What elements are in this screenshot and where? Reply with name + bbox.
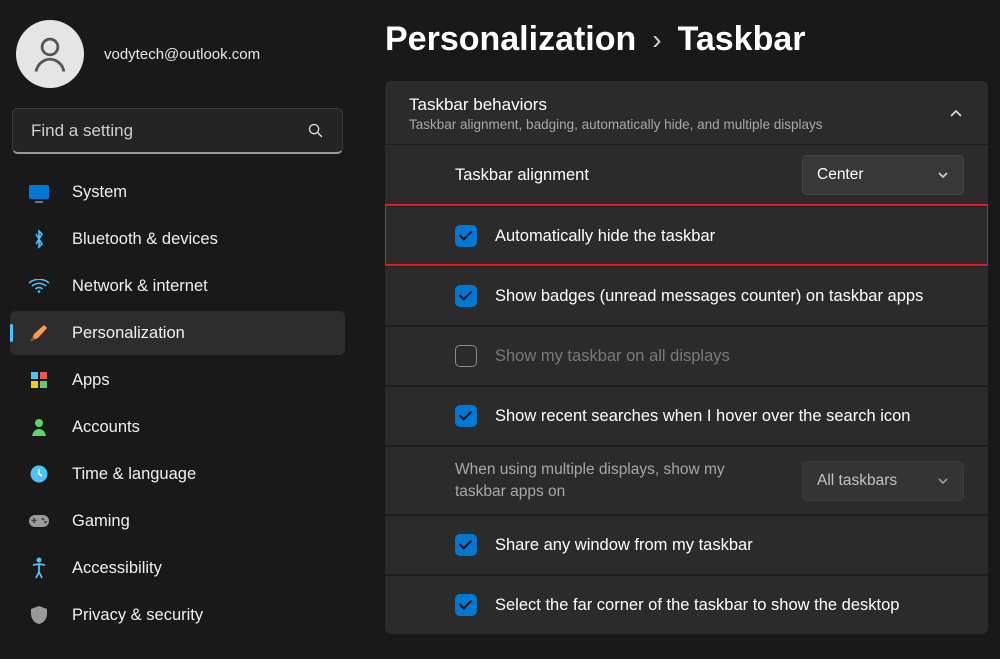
row-label: Show recent searches when I hover over t… (495, 407, 910, 426)
chevron-up-icon (948, 106, 964, 122)
breadcrumb-parent[interactable]: Personalization (385, 20, 636, 59)
row-label: When using multiple displays, show my ta… (455, 459, 755, 502)
recent-searches-checkbox[interactable] (455, 405, 477, 427)
far-corner-row[interactable]: Select the far corner of the taskbar to … (385, 574, 988, 634)
taskbar-alignment-dropdown[interactable]: Center (802, 155, 964, 195)
row-label: Share any window from my taskbar (495, 536, 753, 555)
show-all-displays-row: Show my taskbar on all displays (385, 325, 988, 385)
row-label: Show my taskbar on all displays (495, 347, 730, 366)
auto-hide-checkbox[interactable] (455, 225, 477, 247)
panel-title: Taskbar behaviors (409, 95, 822, 115)
share-window-checkbox[interactable] (455, 534, 477, 556)
row-label: Taskbar alignment (455, 166, 589, 185)
taskbar-behaviors-panel: Taskbar behaviors Taskbar alignment, bad… (385, 81, 988, 634)
user-email: vodytech@outlook.com (104, 46, 260, 63)
dropdown-value: All taskbars (817, 472, 937, 490)
wifi-icon (28, 275, 50, 297)
bluetooth-icon (28, 228, 50, 250)
sidebar-item-label: Personalization (72, 324, 185, 343)
far-corner-checkbox[interactable] (455, 594, 477, 616)
sidebar-item-label: Accessibility (72, 559, 162, 578)
avatar (16, 20, 84, 88)
apps-icon (28, 369, 50, 391)
shield-icon (28, 604, 50, 626)
display-icon (28, 181, 50, 203)
row-label: Show badges (unread messages counter) on… (495, 287, 923, 306)
chevron-down-icon (937, 169, 949, 181)
sidebar-item-personalization[interactable]: Personalization (10, 311, 345, 355)
multi-displays-dropdown: All taskbars (802, 461, 964, 501)
row-label: Select the far corner of the taskbar to … (495, 596, 899, 615)
sidebar-item-label: Bluetooth & devices (72, 230, 218, 249)
sidebar-item-label: Gaming (72, 512, 130, 531)
breadcrumb: Personalization › Taskbar (385, 20, 988, 59)
panel-subtitle: Taskbar alignment, badging, automaticall… (409, 117, 822, 132)
sidebar-item-label: Privacy & security (72, 606, 203, 625)
accessibility-icon (28, 557, 50, 579)
chevron-right-icon: › (652, 24, 661, 56)
sidebar-item-privacy[interactable]: Privacy & security (10, 593, 345, 637)
share-window-row[interactable]: Share any window from my taskbar (385, 514, 988, 574)
multi-displays-row: When using multiple displays, show my ta… (385, 445, 988, 514)
gaming-icon (28, 510, 50, 532)
search-icon (307, 122, 324, 139)
sidebar-item-label: System (72, 183, 127, 202)
sidebar-item-apps[interactable]: Apps (10, 358, 345, 402)
sidebar-item-system[interactable]: System (10, 170, 345, 214)
show-all-displays-checkbox (455, 345, 477, 367)
user-profile[interactable]: vodytech@outlook.com (10, 10, 345, 102)
sidebar-item-label: Apps (72, 371, 110, 390)
show-badges-checkbox[interactable] (455, 285, 477, 307)
sidebar-item-bluetooth[interactable]: Bluetooth & devices (10, 217, 345, 261)
chevron-down-icon (937, 475, 949, 487)
show-badges-row[interactable]: Show badges (unread messages counter) on… (385, 265, 988, 325)
sidebar-item-label: Network & internet (72, 277, 208, 296)
sidebar-item-accounts[interactable]: Accounts (10, 405, 345, 449)
recent-searches-row[interactable]: Show recent searches when I hover over t… (385, 385, 988, 445)
main-content: Personalization › Taskbar Taskbar behavi… (355, 0, 1000, 659)
search-input[interactable] (31, 121, 307, 141)
panel-header[interactable]: Taskbar behaviors Taskbar alignment, bad… (385, 81, 988, 145)
nav-list: System Bluetooth & devices Network & int… (10, 170, 345, 637)
auto-hide-taskbar-row[interactable]: Automatically hide the taskbar (385, 205, 988, 265)
clock-icon (28, 463, 50, 485)
sidebar-item-label: Time & language (72, 465, 196, 484)
taskbar-alignment-row: Taskbar alignment Center (385, 145, 988, 205)
sidebar-item-label: Accounts (72, 418, 140, 437)
search-box[interactable] (12, 108, 343, 154)
dropdown-value: Center (817, 166, 937, 184)
row-label: Automatically hide the taskbar (495, 227, 715, 246)
sidebar: vodytech@outlook.com System Bluetooth & … (0, 0, 355, 659)
sidebar-item-accessibility[interactable]: Accessibility (10, 546, 345, 590)
breadcrumb-current: Taskbar (678, 20, 806, 59)
sidebar-item-gaming[interactable]: Gaming (10, 499, 345, 543)
sidebar-item-network[interactable]: Network & internet (10, 264, 345, 308)
sidebar-item-time[interactable]: Time & language (10, 452, 345, 496)
accounts-icon (28, 416, 50, 438)
person-icon (29, 33, 71, 75)
paintbrush-icon (28, 322, 50, 344)
